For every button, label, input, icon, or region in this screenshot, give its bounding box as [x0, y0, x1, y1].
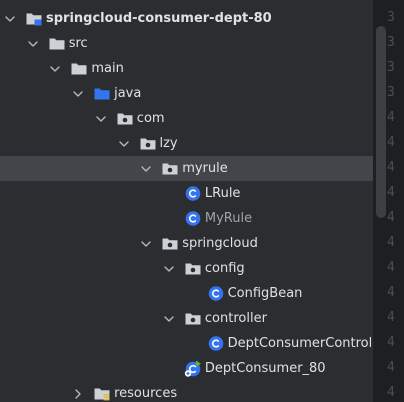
tree-item-label: main: [91, 61, 124, 76]
line-number: 4: [387, 360, 395, 375]
project-tree: springcloud-consumer-dept-80 src main java c…: [0, 0, 373, 402]
source-root-folder-icon: [93, 85, 111, 102]
line-number: 4: [387, 310, 395, 325]
line-number: 4: [387, 235, 395, 250]
tree-row[interactable]: resources: [0, 381, 373, 402]
chevron-down-icon[interactable]: [27, 38, 39, 50]
tree-item-label: myrule: [182, 161, 228, 176]
package-icon: [184, 310, 202, 327]
tree-row[interactable]: lzy: [0, 131, 373, 156]
chevron-right-icon[interactable]: [72, 388, 84, 400]
resources-folder-icon: [93, 385, 111, 402]
tree-row[interactable]: springcloud: [0, 231, 373, 256]
tree-item-label: src: [68, 36, 88, 51]
chevron-down-icon[interactable]: [95, 113, 107, 125]
chevron-down-icon[interactable]: [163, 313, 175, 325]
tree-row[interactable]: ConfigBean: [0, 281, 373, 306]
chevron-down-icon[interactable]: [49, 63, 61, 75]
module-folder-icon: [25, 10, 43, 27]
tree-item-label: resources: [114, 386, 178, 401]
chevron-down-icon[interactable]: [118, 138, 130, 150]
line-number: 4: [387, 135, 395, 150]
tree-row[interactable]: DeptConsumerControlle: [0, 331, 373, 356]
line-number: 4: [387, 185, 395, 200]
tree-row[interactable]: controller: [0, 306, 373, 331]
tree-item-label: ConfigBean: [227, 286, 303, 301]
tree-row[interactable]: myrule: [0, 156, 373, 181]
tree-item-label: java: [114, 86, 142, 101]
tree-item-label: DeptConsumerControlle: [227, 336, 373, 351]
package-icon: [161, 235, 179, 252]
line-number: 3: [387, 35, 395, 50]
tree-item-label: config: [204, 261, 245, 276]
line-number: 4: [387, 110, 395, 125]
tree-item-label: controller: [204, 311, 267, 326]
tree-row[interactable]: com: [0, 106, 373, 131]
chevron-down-icon[interactable]: [4, 13, 16, 25]
line-number: 4: [387, 160, 395, 175]
tree-row[interactable]: main: [0, 56, 373, 81]
vertical-scrollbar[interactable]: [376, 26, 386, 218]
line-number: 3: [387, 60, 395, 75]
tree-row[interactable]: springcloud-consumer-dept-80: [0, 6, 373, 31]
line-number: 4: [387, 335, 395, 350]
line-number: 4: [387, 385, 395, 400]
chevron-down-icon[interactable]: [140, 163, 152, 175]
tree-item-label: LRule: [204, 186, 241, 201]
tree-row[interactable]: DeptConsumer_80: [0, 356, 373, 381]
tree-item-label: MyRule: [204, 211, 253, 226]
folder-icon: [70, 60, 88, 77]
line-number: 4: [387, 260, 395, 275]
class-icon: [207, 335, 225, 352]
package-icon: [116, 110, 134, 127]
line-number: 4: [387, 285, 395, 300]
tree-row[interactable]: config: [0, 256, 373, 281]
tree-row[interactable]: LRule: [0, 181, 373, 206]
chevron-down-icon[interactable]: [163, 263, 175, 275]
folder-icon: [48, 35, 66, 52]
tree-item-label: com: [136, 111, 165, 126]
tree-item-label: DeptConsumer_80: [204, 361, 326, 376]
spring-boot-main-class-icon: [184, 360, 202, 377]
package-icon: [161, 160, 179, 177]
line-number: 3: [387, 85, 395, 100]
package-icon: [139, 135, 157, 152]
line-number: 4: [387, 210, 395, 225]
tree-item-label: springcloud: [182, 236, 258, 251]
class-icon: [184, 185, 202, 202]
tree-item-label: springcloud-consumer-dept-80: [46, 11, 272, 26]
chevron-down-icon[interactable]: [140, 238, 152, 250]
tree-row[interactable]: java: [0, 81, 373, 106]
class-icon: [184, 210, 202, 227]
tree-item-label: lzy: [159, 136, 178, 151]
chevron-down-icon[interactable]: [72, 88, 84, 100]
line-number: 3: [387, 10, 395, 25]
tree-row[interactable]: src: [0, 31, 373, 56]
tree-row[interactable]: MyRule: [0, 206, 373, 231]
package-icon: [184, 260, 202, 277]
class-icon: [207, 285, 225, 302]
